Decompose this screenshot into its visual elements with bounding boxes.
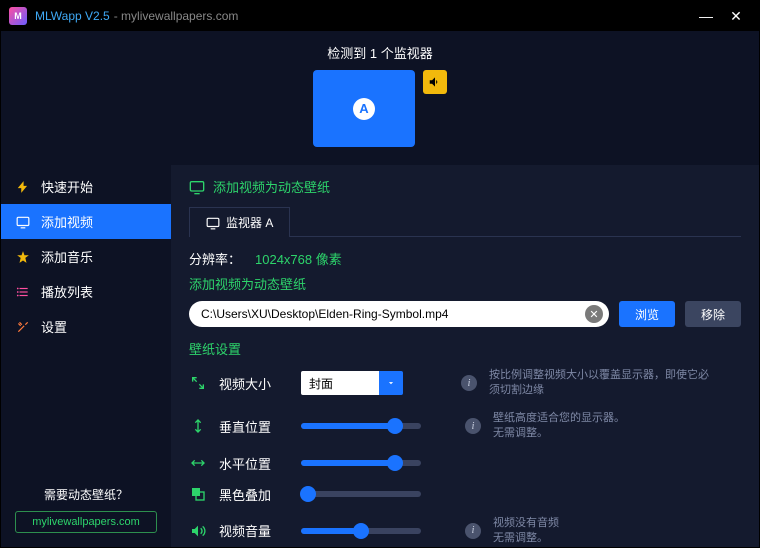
sidebar-item-label: 快速开始 bbox=[41, 177, 93, 196]
setting-video-size: 视频大小 封面 i 按比例调整视频大小以覆盖显示器，即使它必须切割边缘 bbox=[189, 368, 741, 399]
info-icon[interactable]: i bbox=[461, 375, 477, 391]
monitor-icon bbox=[206, 216, 220, 230]
sidebar-item-playlist[interactable]: 播放列表 bbox=[1, 274, 171, 309]
sidebar: 快速开始 添加视频 添加音乐 播放列表 设置 需要动态壁纸？ mylivewa bbox=[1, 165, 171, 547]
browse-button[interactable]: 浏览 bbox=[619, 301, 675, 327]
sidebar-item-settings[interactable]: 设置 bbox=[1, 309, 171, 344]
app-window: M MLWapp V2.5 - mylivewallpapers.com — ✕… bbox=[0, 0, 760, 548]
sidebar-item-label: 播放列表 bbox=[41, 282, 93, 301]
clear-path-button[interactable]: ✕ bbox=[585, 305, 603, 323]
vertical-arrows-icon bbox=[189, 418, 207, 434]
monitor-letter: A bbox=[353, 98, 375, 120]
setting-label: 视频大小 bbox=[219, 374, 289, 393]
star-icon bbox=[15, 249, 31, 265]
setting-hint: 壁纸高度适合您的显示器。 无需调整。 bbox=[493, 411, 625, 442]
monitor-a-tile[interactable]: A bbox=[313, 70, 415, 147]
info-icon[interactable]: i bbox=[465, 418, 481, 434]
close-button[interactable]: ✕ bbox=[721, 8, 751, 25]
app-logo-icon: M bbox=[9, 7, 27, 25]
tools-icon bbox=[15, 319, 31, 335]
remove-button[interactable]: 移除 bbox=[685, 301, 741, 327]
tabs: 监视器 A bbox=[189, 206, 741, 237]
setting-video-volume: 视频音量 i 视频没有音频 无需调整。 bbox=[189, 516, 741, 547]
titlebar: M MLWapp V2.5 - mylivewallpapers.com — ✕ bbox=[1, 1, 759, 31]
app-title: MLWapp V2.5 bbox=[35, 9, 110, 23]
wallpaper-settings-title: 壁纸设置 bbox=[189, 339, 741, 358]
promo-box: 需要动态壁纸？ mylivewallpapers.com bbox=[1, 486, 171, 547]
setting-black-overlay: 黑色叠加 bbox=[189, 485, 741, 504]
resolution-label: 分辨率： bbox=[189, 249, 241, 268]
sidebar-item-quickstart[interactable]: 快速开始 bbox=[1, 169, 171, 204]
video-size-select[interactable]: 封面 bbox=[301, 371, 403, 395]
monitor-detected-label: 检测到 1 个监视器 bbox=[1, 43, 759, 62]
speaker-icon bbox=[428, 75, 442, 89]
setting-label: 视频音量 bbox=[219, 521, 289, 540]
sound-button[interactable] bbox=[423, 70, 447, 94]
setting-horizontal-position: 水平位置 bbox=[189, 454, 741, 473]
setting-label: 垂直位置 bbox=[219, 417, 289, 436]
horizontal-arrows-icon bbox=[189, 455, 207, 471]
setting-vertical-position: 垂直位置 i 壁纸高度适合您的显示器。 无需调整。 bbox=[189, 411, 741, 442]
vertical-position-slider[interactable] bbox=[301, 423, 421, 429]
setting-label: 黑色叠加 bbox=[219, 485, 289, 504]
sub-title: 添加视频为动态壁纸 bbox=[189, 274, 741, 293]
chevron-down-icon[interactable] bbox=[379, 371, 403, 395]
promo-question: 需要动态壁纸？ bbox=[15, 486, 157, 503]
app-subtitle: - mylivewallpapers.com bbox=[114, 9, 239, 23]
sidebar-item-label: 设置 bbox=[41, 317, 67, 336]
tab-monitor-a[interactable]: 监视器 A bbox=[189, 207, 290, 237]
monitor-icon bbox=[189, 179, 205, 195]
video-path-input[interactable] bbox=[189, 301, 609, 327]
resize-icon bbox=[189, 375, 207, 391]
monitor-icon bbox=[15, 214, 31, 230]
info-icon[interactable]: i bbox=[465, 523, 481, 539]
overlay-icon bbox=[189, 486, 207, 502]
minimize-button[interactable]: — bbox=[691, 8, 721, 24]
video-volume-slider[interactable] bbox=[301, 528, 421, 534]
select-value: 封面 bbox=[301, 371, 379, 395]
promo-link[interactable]: mylivewallpapers.com bbox=[15, 511, 157, 533]
resolution-value: 1024x768 像素 bbox=[255, 249, 342, 268]
setting-hint: 视频没有音频 无需调整。 bbox=[493, 516, 559, 547]
sidebar-item-label: 添加音乐 bbox=[41, 247, 93, 266]
tab-label: 监视器 A bbox=[226, 214, 273, 231]
volume-icon bbox=[189, 523, 207, 539]
setting-hint: 按比例调整视频大小以覆盖显示器，即使它必须切割边缘 bbox=[489, 368, 719, 399]
horizontal-position-slider[interactable] bbox=[301, 460, 421, 466]
sidebar-item-addvideo[interactable]: 添加视频 bbox=[1, 204, 171, 239]
section-title: 添加视频为动态壁纸 bbox=[189, 177, 741, 196]
sidebar-item-label: 添加视频 bbox=[41, 212, 93, 231]
lightning-icon bbox=[15, 179, 31, 195]
black-overlay-slider[interactable] bbox=[301, 491, 421, 497]
monitor-preview: 检测到 1 个监视器 A bbox=[1, 31, 759, 165]
setting-label: 水平位置 bbox=[219, 454, 289, 473]
content-panel: 添加视频为动态壁纸 监视器 A 分辨率： 1024x768 像素 添加视频为动态… bbox=[171, 165, 759, 547]
sidebar-item-addmusic[interactable]: 添加音乐 bbox=[1, 239, 171, 274]
playlist-icon bbox=[15, 284, 31, 300]
